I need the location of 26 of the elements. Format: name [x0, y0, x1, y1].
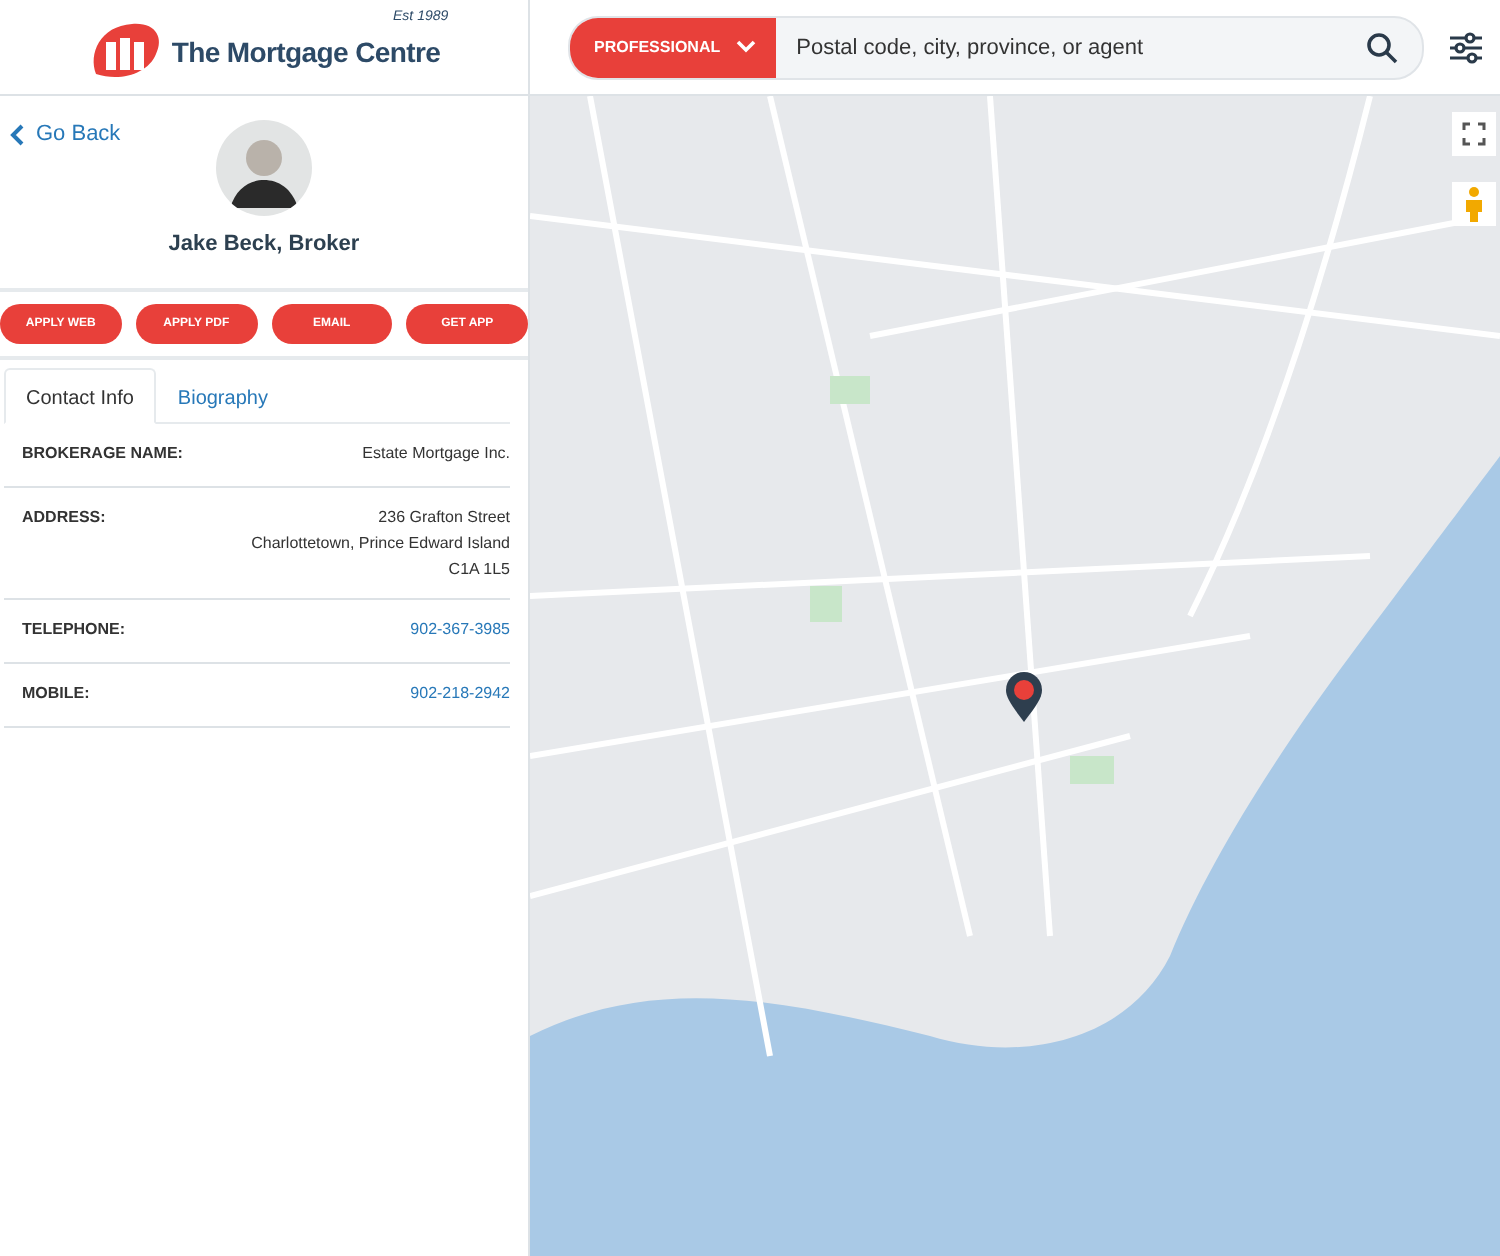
search-icon[interactable]: [1366, 31, 1398, 63]
tab[interactable]: Biography: [155, 368, 290, 424]
avatar: [216, 120, 312, 216]
detail-value: C1A 1L5: [448, 560, 510, 578]
detail-value: Estate Mortgage Inc.: [362, 444, 510, 462]
detail-value: Charlottetown, Prince Edward Island: [251, 534, 510, 552]
chevron-left-icon: [10, 123, 24, 145]
filter-sliders-icon[interactable]: [1448, 29, 1484, 65]
location-pin-icon[interactable]: [1004, 672, 1044, 724]
tab[interactable]: Contact Info: [4, 368, 156, 424]
chevron-down-icon: [736, 40, 757, 54]
detail-value: 236 Grafton Street: [378, 508, 510, 526]
category-dropdown[interactable]: PROFESSIONAL: [570, 17, 777, 77]
detail-label: ADDRESS:: [22, 508, 106, 530]
phone-link[interactable]: 902-218-2942: [410, 684, 510, 702]
logo-wordmark[interactable]: The Mortgage Centre: [171, 35, 441, 67]
search-field[interactable]: PROFESSIONAL Postal code, city, province, or agent: [568, 15, 1424, 79]
phone-link[interactable]: 902-367-3985: [410, 620, 510, 638]
detail-label: MOBILE:: [22, 684, 90, 706]
go-back-link[interactable]: Go Back: [10, 122, 121, 146]
fullscreen-icon: [1462, 122, 1486, 146]
detail-label: TELEPHONE:: [22, 620, 126, 642]
broker-name: Jake Beck, Broker: [168, 232, 360, 256]
fullscreen-button[interactable]: [1452, 112, 1496, 156]
detail-label: BROKERAGE NAME:: [22, 444, 183, 466]
pegman-icon: [1464, 186, 1484, 222]
